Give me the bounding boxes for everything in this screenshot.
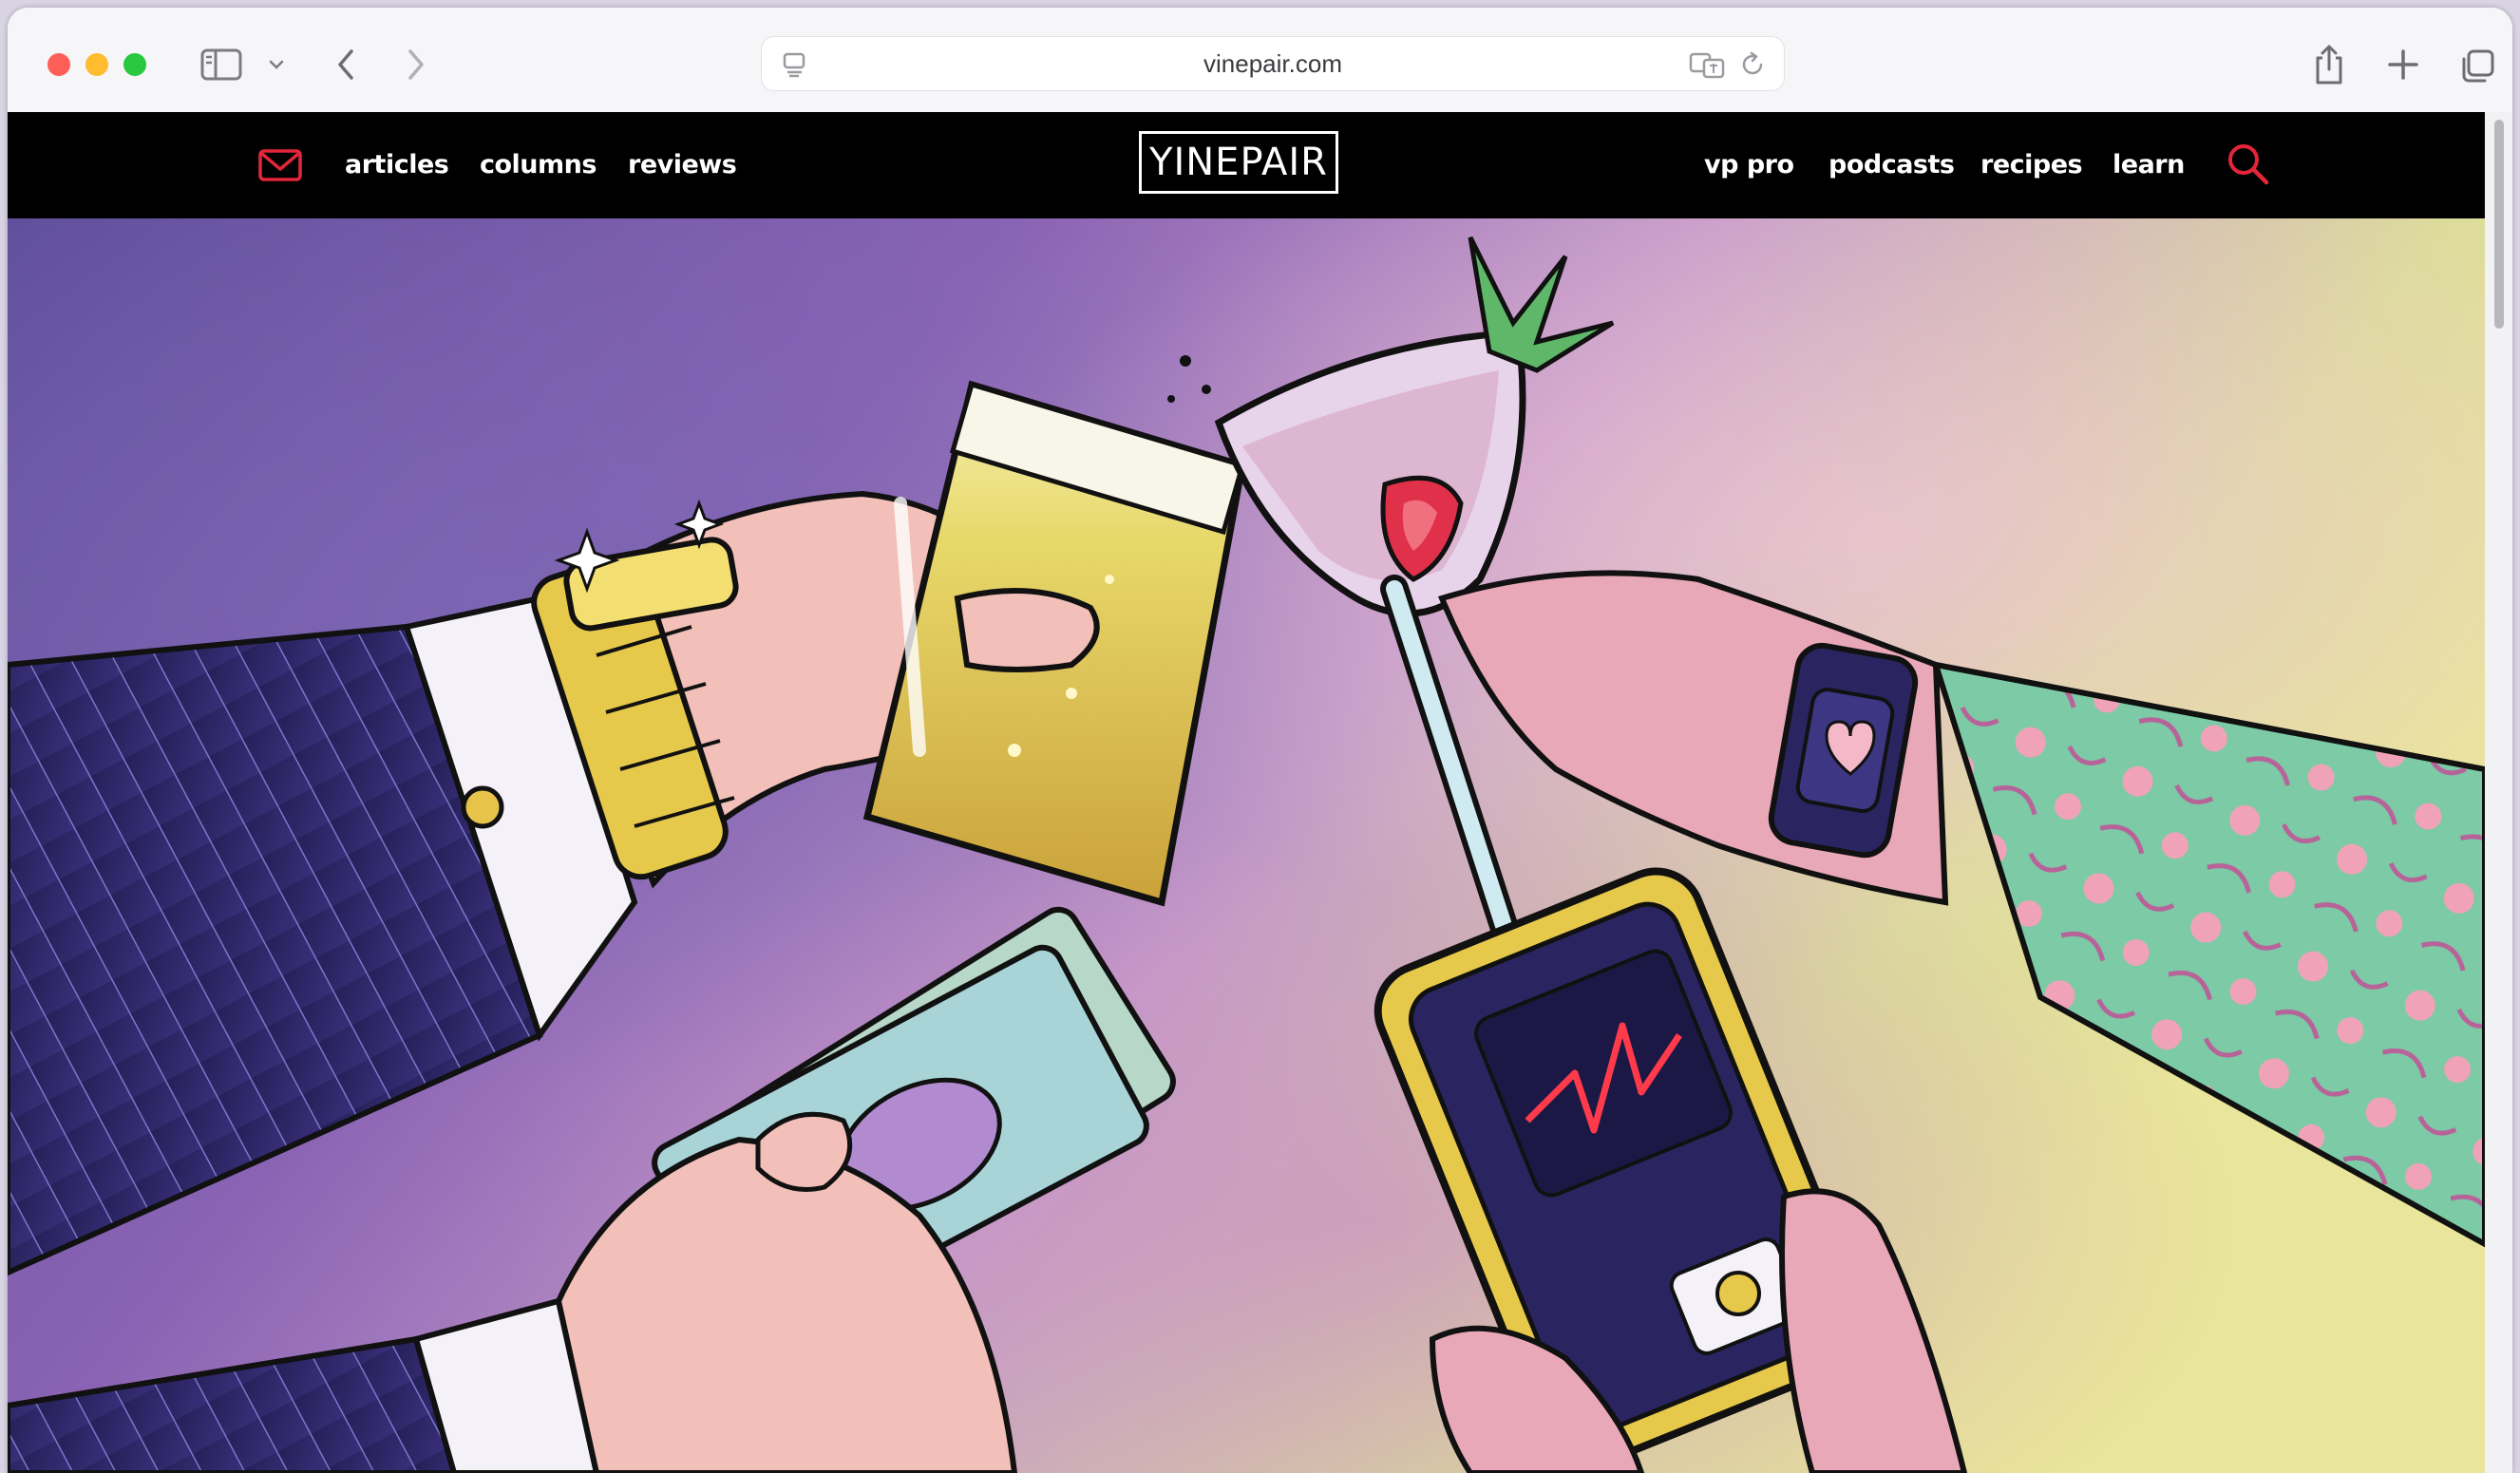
newsletter-mail-icon[interactable] xyxy=(256,146,304,184)
nav-link-learn[interactable]: learn xyxy=(2113,112,2185,218)
chevron-down-icon xyxy=(269,60,284,69)
forward-button[interactable] xyxy=(397,46,435,84)
tab-overview-icon xyxy=(2462,49,2494,83)
reload-icon[interactable] xyxy=(1738,50,1767,79)
sidebar-menu-button[interactable] xyxy=(262,53,291,76)
share-icon xyxy=(2316,45,2342,85)
chevron-right-icon xyxy=(408,49,424,80)
search-icon[interactable] xyxy=(2225,141,2272,188)
close-window-button[interactable] xyxy=(47,53,70,76)
back-button[interactable] xyxy=(327,46,365,84)
nav-link-podcasts[interactable]: podcasts xyxy=(1828,112,1955,218)
scrollbar-thumb[interactable] xyxy=(2494,120,2504,329)
site-navigation: articles columns reviews YINEPAIR vp pro… xyxy=(8,112,2485,218)
maximize-window-button[interactable] xyxy=(123,53,146,76)
minimize-window-button[interactable] xyxy=(85,53,108,76)
nav-link-vp-pro[interactable]: vp pro xyxy=(1704,112,1794,218)
vinepair-logo[interactable]: YINEPAIR xyxy=(1139,131,1338,194)
browser-window: vinepair.com articles columns reviews YI… xyxy=(8,8,2512,1473)
nav-link-columns[interactable]: columns xyxy=(480,112,597,218)
share-button[interactable] xyxy=(2308,42,2350,87)
nav-link-articles[interactable]: articles xyxy=(345,112,449,218)
toast-illustration xyxy=(8,218,2485,1473)
sidebar-toggle-button[interactable] xyxy=(198,46,245,84)
page-scrollbar[interactable] xyxy=(2485,112,2512,1473)
url-text[interactable]: vinepair.com xyxy=(762,37,1784,90)
address-bar[interactable]: vinepair.com xyxy=(761,36,1785,91)
tab-overview-button[interactable] xyxy=(2456,46,2498,87)
hero-illustration xyxy=(8,218,2485,1473)
browser-toolbar: vinepair.com xyxy=(8,8,2512,112)
nav-link-recipes[interactable]: recipes xyxy=(1980,112,2083,218)
translate-icon[interactable] xyxy=(1689,50,1725,79)
new-tab-button[interactable] xyxy=(2384,46,2422,84)
plus-icon xyxy=(2388,49,2418,80)
sidebar-icon xyxy=(200,48,242,81)
chevron-left-icon xyxy=(338,49,353,80)
nav-link-reviews[interactable]: reviews xyxy=(628,112,737,218)
